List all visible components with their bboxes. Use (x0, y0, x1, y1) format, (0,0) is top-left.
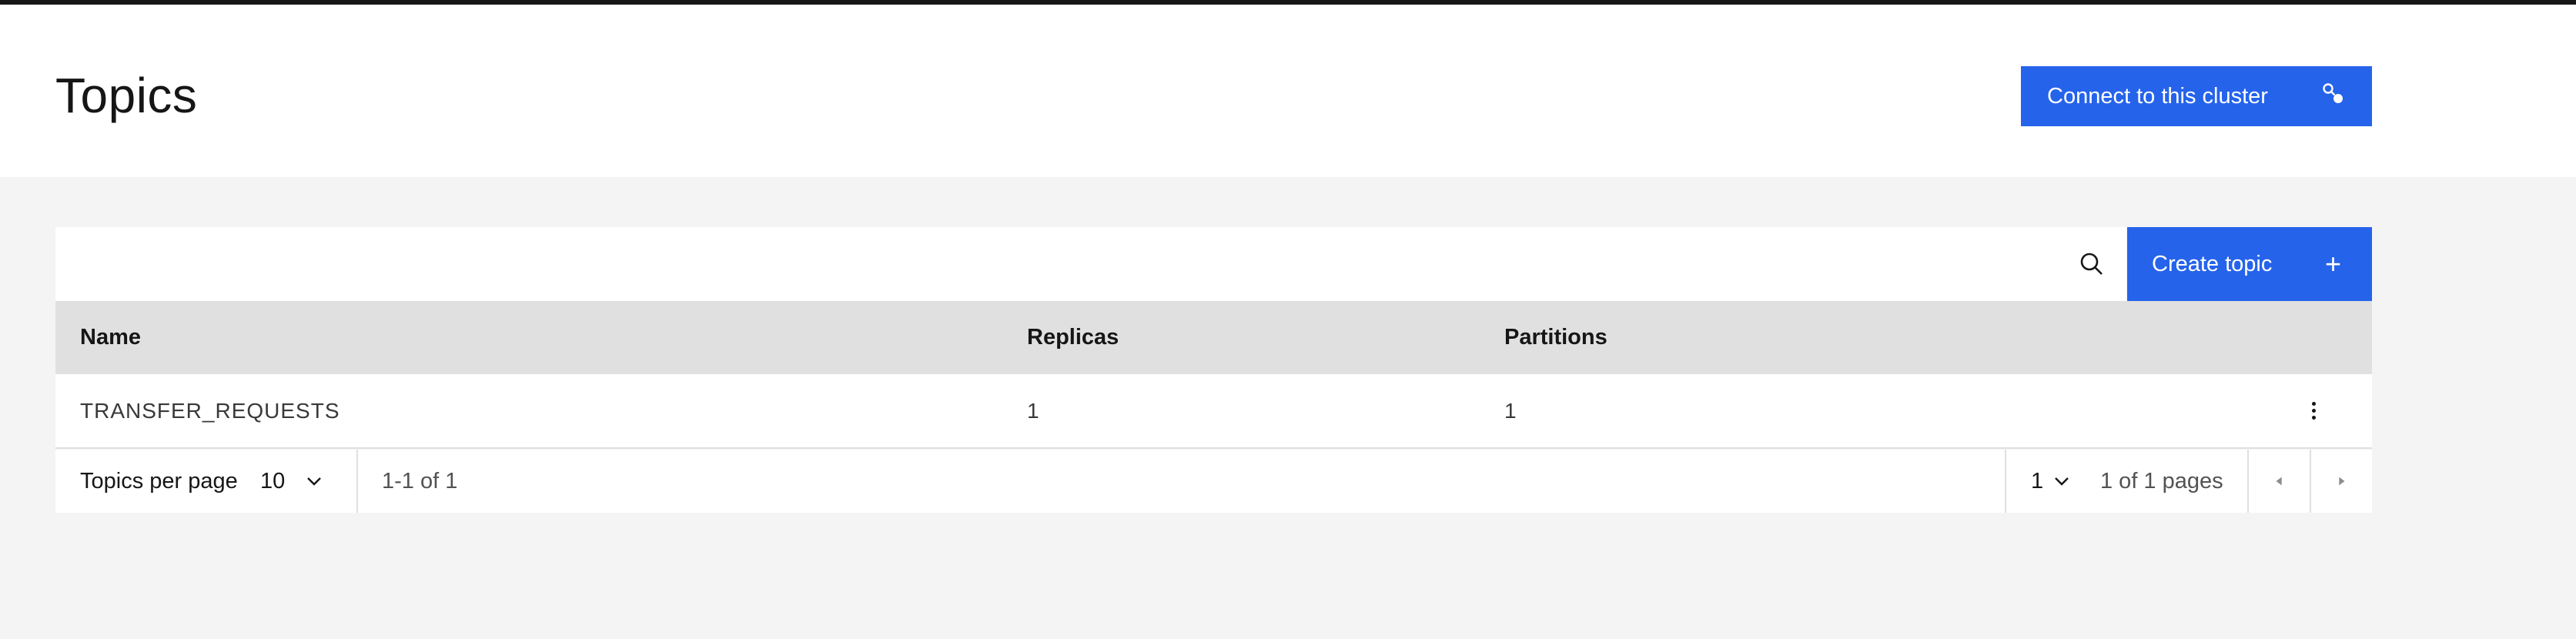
table-toolbar (55, 227, 2126, 301)
page-number-value: 1 (2031, 468, 2044, 493)
overflow-menu-icon[interactable] (2296, 393, 2331, 428)
topics-table: Name Replicas Partitions TRANSFER_REQUES… (55, 301, 2372, 449)
replicas-cell: 1 (1027, 399, 1039, 423)
connect-icon (2321, 82, 2344, 111)
create-topic-button[interactable]: Create topic + (2127, 227, 2372, 301)
column-header-name[interactable]: Name (80, 301, 141, 374)
connect-to-cluster-button[interactable]: Connect to this cluster (2021, 66, 2372, 126)
connect-button-label: Connect to this cluster (2047, 83, 2268, 109)
pagination-bar: Topics per page 10 1-1 of 1 1 1 of 1 pag… (55, 450, 2372, 513)
caret-left-icon (2276, 477, 2282, 486)
items-per-page-select[interactable]: 10 (260, 450, 323, 513)
previous-page-button[interactable] (2249, 450, 2310, 513)
pagination-divider (356, 450, 358, 513)
page-header: Topics Connect to this cluster (0, 5, 2576, 177)
plus-icon: + (2324, 248, 2341, 279)
chevron-down-icon (305, 472, 323, 490)
search-icon[interactable] (2078, 250, 2106, 278)
partitions-cell: 1 (1504, 399, 1517, 423)
column-header-partitions[interactable]: Partitions (1504, 301, 1607, 374)
page-number-select[interactable]: 1 (2031, 450, 2071, 513)
page-count-text: 1 of 1 pages (2100, 469, 2223, 493)
table-row[interactable]: TRANSFER_REQUESTS 1 1 (55, 374, 2372, 449)
next-page-button[interactable] (2310, 450, 2372, 513)
items-per-page-value: 10 (260, 469, 286, 493)
item-range-text: 1-1 of 1 (382, 469, 458, 493)
column-header-replicas[interactable]: Replicas (1027, 301, 1119, 374)
pagination-divider (2005, 450, 2006, 513)
items-per-page-label: Topics per page (80, 469, 238, 493)
search-input[interactable] (55, 227, 2073, 301)
chevron-down-icon (2052, 472, 2071, 490)
page-title: Topics (55, 68, 198, 123)
topic-name-cell[interactable]: TRANSFER_REQUESTS (80, 374, 340, 447)
create-topic-label: Create topic (2152, 251, 2273, 276)
caret-right-icon (2339, 477, 2345, 486)
table-header-row: Name Replicas Partitions (55, 301, 2372, 374)
